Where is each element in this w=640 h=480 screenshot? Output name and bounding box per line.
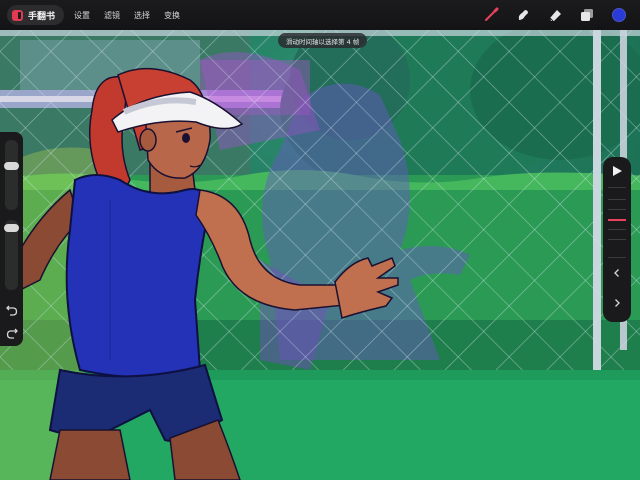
app-logo-icon [12,9,23,21]
smudge-tool-button[interactable] [514,6,532,24]
artwork [0,0,640,480]
brush-icon [485,7,499,21]
eraser-icon [549,10,561,22]
previous-frame-button[interactable] [607,265,627,281]
right-sidebar [603,157,631,322]
play-icon [613,166,622,176]
brush-tool-button[interactable] [482,6,500,24]
menu-filters[interactable]: 滤镜 [104,10,120,21]
left-sidebar [0,132,23,346]
tool-group [482,0,628,30]
app-gallery-button[interactable]: 手翻书 [7,5,65,25]
undo-button[interactable] [3,304,20,318]
app-name: 手翻书 [28,11,56,22]
undo-icon [5,305,17,316]
menu-settings[interactable]: 设置 [74,10,90,21]
next-frame-button[interactable] [607,295,627,311]
chevron-left-icon [614,269,619,277]
smudge-icon [518,10,528,20]
redo-icon [6,328,18,339]
eraser-tool-button[interactable] [546,6,564,24]
menu-select[interactable]: 选择 [134,10,150,21]
chevron-right-icon [615,299,620,307]
layers-button[interactable] [578,6,596,24]
current-frame-marker [608,219,626,221]
opacity-slider[interactable] [4,220,19,290]
brush-size-handle[interactable] [4,162,19,170]
menu-transform[interactable]: 变换 [164,10,180,21]
top-toolbar: 手翻书 设置 滤镜 选择 变换 [0,0,640,30]
frame-timeline[interactable] [608,191,626,251]
color-picker-button[interactable] [610,6,628,24]
brush-size-slider[interactable] [4,140,19,210]
redo-button[interactable] [3,327,20,341]
menu-bar: 设置 滤镜 选择 变换 [74,10,180,21]
layers-icon [581,9,593,21]
frame-toast: 滑动时间轴以选择第 4 帧 [278,33,368,48]
current-color-swatch [612,8,626,22]
play-button[interactable] [607,163,627,179]
opacity-handle[interactable] [4,224,19,232]
drawing-canvas[interactable] [0,0,640,480]
